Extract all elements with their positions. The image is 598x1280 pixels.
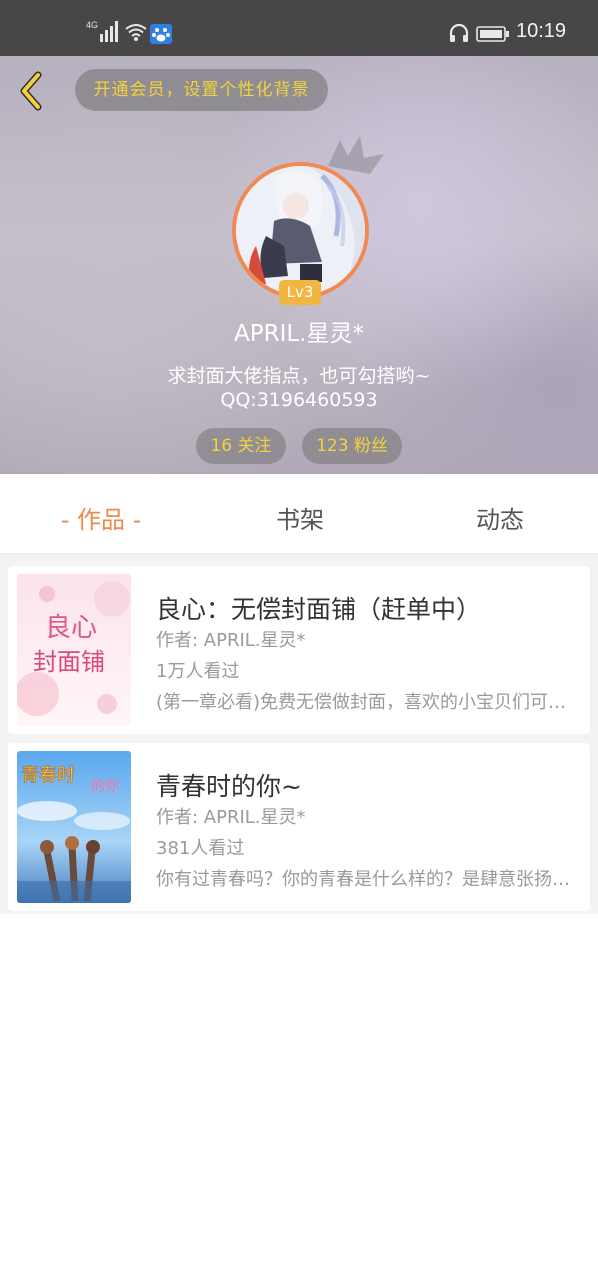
signal-icon: 4G [86,20,118,42]
list-item[interactable]: 青春时 的你 青春时的你~ 作者: APRIL.星灵* 381人看过 你有过青春… [8,743,590,911]
baidu-app-icon [150,24,172,44]
book-cover: 青春时 的你 [17,751,131,903]
network-type: 4G [86,20,98,30]
book-title: 青春时的你~ [156,772,302,801]
cover-title-top: 青春时 [21,765,75,786]
wifi-icon [125,24,147,41]
profile-tabs: - 作品 - 书架 动态 [0,474,598,554]
book-views: 381人看过 [156,838,245,859]
book-author: 作者: APRIL.星灵* [156,807,306,828]
book-title: 良心：无偿封面铺（赶单中） [156,595,482,624]
profile-bio: 求封面大佬指点，也可勾搭哟~ [167,365,431,387]
status-time: 10:19 [516,20,567,42]
profile-qq: QQ:3196460593 [220,389,378,411]
works-list: 良心 封面铺 良心：无偿封面铺（赶单中） 作者: APRIL.星灵* 1万人看过… [0,554,598,914]
tab-activity[interactable]: 动态 [440,500,560,535]
profile-nickname: APRIL.星灵* [234,321,364,347]
profile-header: 开通会员，设置个性化背景 Lv3 APRIL.星灵* 求封面大佬指点，也可勾搭哟… [0,56,598,474]
tab-works[interactable]: - 作品 - [36,500,166,535]
status-bar: 4G 10:19 [0,0,598,56]
following-count-button[interactable]: 16 关注 [196,428,286,464]
chevron-left-icon[interactable] [14,70,48,112]
book-cover: 良心 封面铺 [17,574,131,726]
book-author: 作者: APRIL.星灵* [156,630,306,651]
cover-title-bottom: 封面铺 [33,648,105,676]
level-badge: Lv3 [279,280,321,305]
list-item[interactable]: 良心 封面铺 良心：无偿封面铺（赶单中） 作者: APRIL.星灵* 1万人看过… [8,566,590,734]
book-description: 你有过青春吗？你的青春是什么样的？是肆意张扬还是安静美好 [156,869,580,890]
tab-bookshelf[interactable]: 书架 [240,500,360,535]
book-views: 1万人看过 [156,661,240,682]
book-description: (第一章必看)免费无偿做封面，喜欢的小宝贝们可以来找我哦 [156,692,580,713]
cover-title-bottom: 的你 [91,779,119,795]
battery-icon [476,26,509,42]
vip-background-button[interactable]: 开通会员，设置个性化背景 [75,69,328,111]
avatar[interactable] [232,162,369,299]
cover-title-top: 良心 [45,613,97,643]
headphone-icon [449,23,469,42]
fans-count-button[interactable]: 123 粉丝 [302,428,402,464]
